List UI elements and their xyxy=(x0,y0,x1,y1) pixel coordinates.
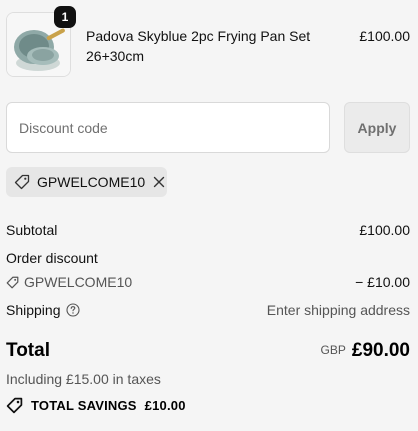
discount-code-input[interactable] xyxy=(6,102,330,153)
quantity-badge: 1 xyxy=(54,6,76,28)
apply-button[interactable]: Apply xyxy=(344,102,410,153)
product-price: £100.00 xyxy=(359,28,410,44)
savings-label: TOTAL SAVINGS xyxy=(31,398,137,413)
tax-note: Including £15.00 in taxes xyxy=(6,371,161,387)
total-amount: GBP £90.00 xyxy=(321,340,410,362)
total-savings: TOTAL SAVINGS £10.00 xyxy=(6,397,186,414)
shipping-value: Enter shipping address xyxy=(266,302,410,318)
subtotal-value: £100.00 xyxy=(359,222,410,238)
total-label: Total xyxy=(6,340,50,361)
shipping-row: Shipping xyxy=(6,301,80,319)
tag-icon xyxy=(6,276,19,289)
applied-discount-chip: GPWELCOME10 xyxy=(6,167,167,197)
subtotal-label: Subtotal xyxy=(6,222,58,238)
applied-discount-code: GPWELCOME10 xyxy=(37,174,146,190)
discount-value: − £10.00 xyxy=(355,274,410,290)
currency-code: GBP xyxy=(320,343,346,357)
tag-icon xyxy=(14,174,30,190)
savings-value: £10.00 xyxy=(144,398,186,413)
shipping-label: Shipping xyxy=(6,302,61,318)
order-discount-label: Order discount xyxy=(6,250,98,266)
discount-code-row: GPWELCOME10 xyxy=(6,273,132,291)
total-value: £90.00 xyxy=(351,340,410,361)
close-icon[interactable] xyxy=(152,175,166,189)
tag-icon xyxy=(6,397,23,414)
discount-code-label: GPWELCOME10 xyxy=(24,274,133,290)
question-circle-icon[interactable] xyxy=(65,303,80,317)
product-name: Padova Skyblue 2pc Frying Pan Set 26+30c… xyxy=(86,28,311,64)
